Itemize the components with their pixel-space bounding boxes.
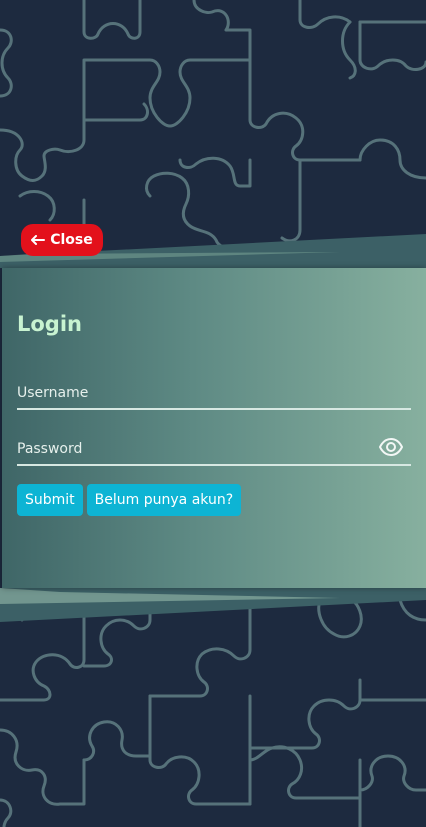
arrow-left-icon xyxy=(31,235,46,245)
login-title: Login xyxy=(17,312,82,336)
login-page: Close Login Submit Belum punya akun? xyxy=(0,0,426,827)
password-field-wrapper xyxy=(17,434,411,466)
password-input[interactable] xyxy=(17,434,411,464)
close-button-label: Close xyxy=(50,232,93,248)
username-input[interactable] xyxy=(17,378,411,408)
register-button[interactable]: Belum punya akun? xyxy=(86,484,242,516)
close-button[interactable]: Close xyxy=(21,224,103,256)
eye-icon[interactable] xyxy=(378,437,404,457)
submit-button[interactable]: Submit xyxy=(17,484,83,516)
login-actions: Submit Belum punya akun? xyxy=(17,484,242,516)
username-field-wrapper xyxy=(17,378,411,410)
login-panel: Login Submit Belum punya akun? xyxy=(2,268,426,588)
